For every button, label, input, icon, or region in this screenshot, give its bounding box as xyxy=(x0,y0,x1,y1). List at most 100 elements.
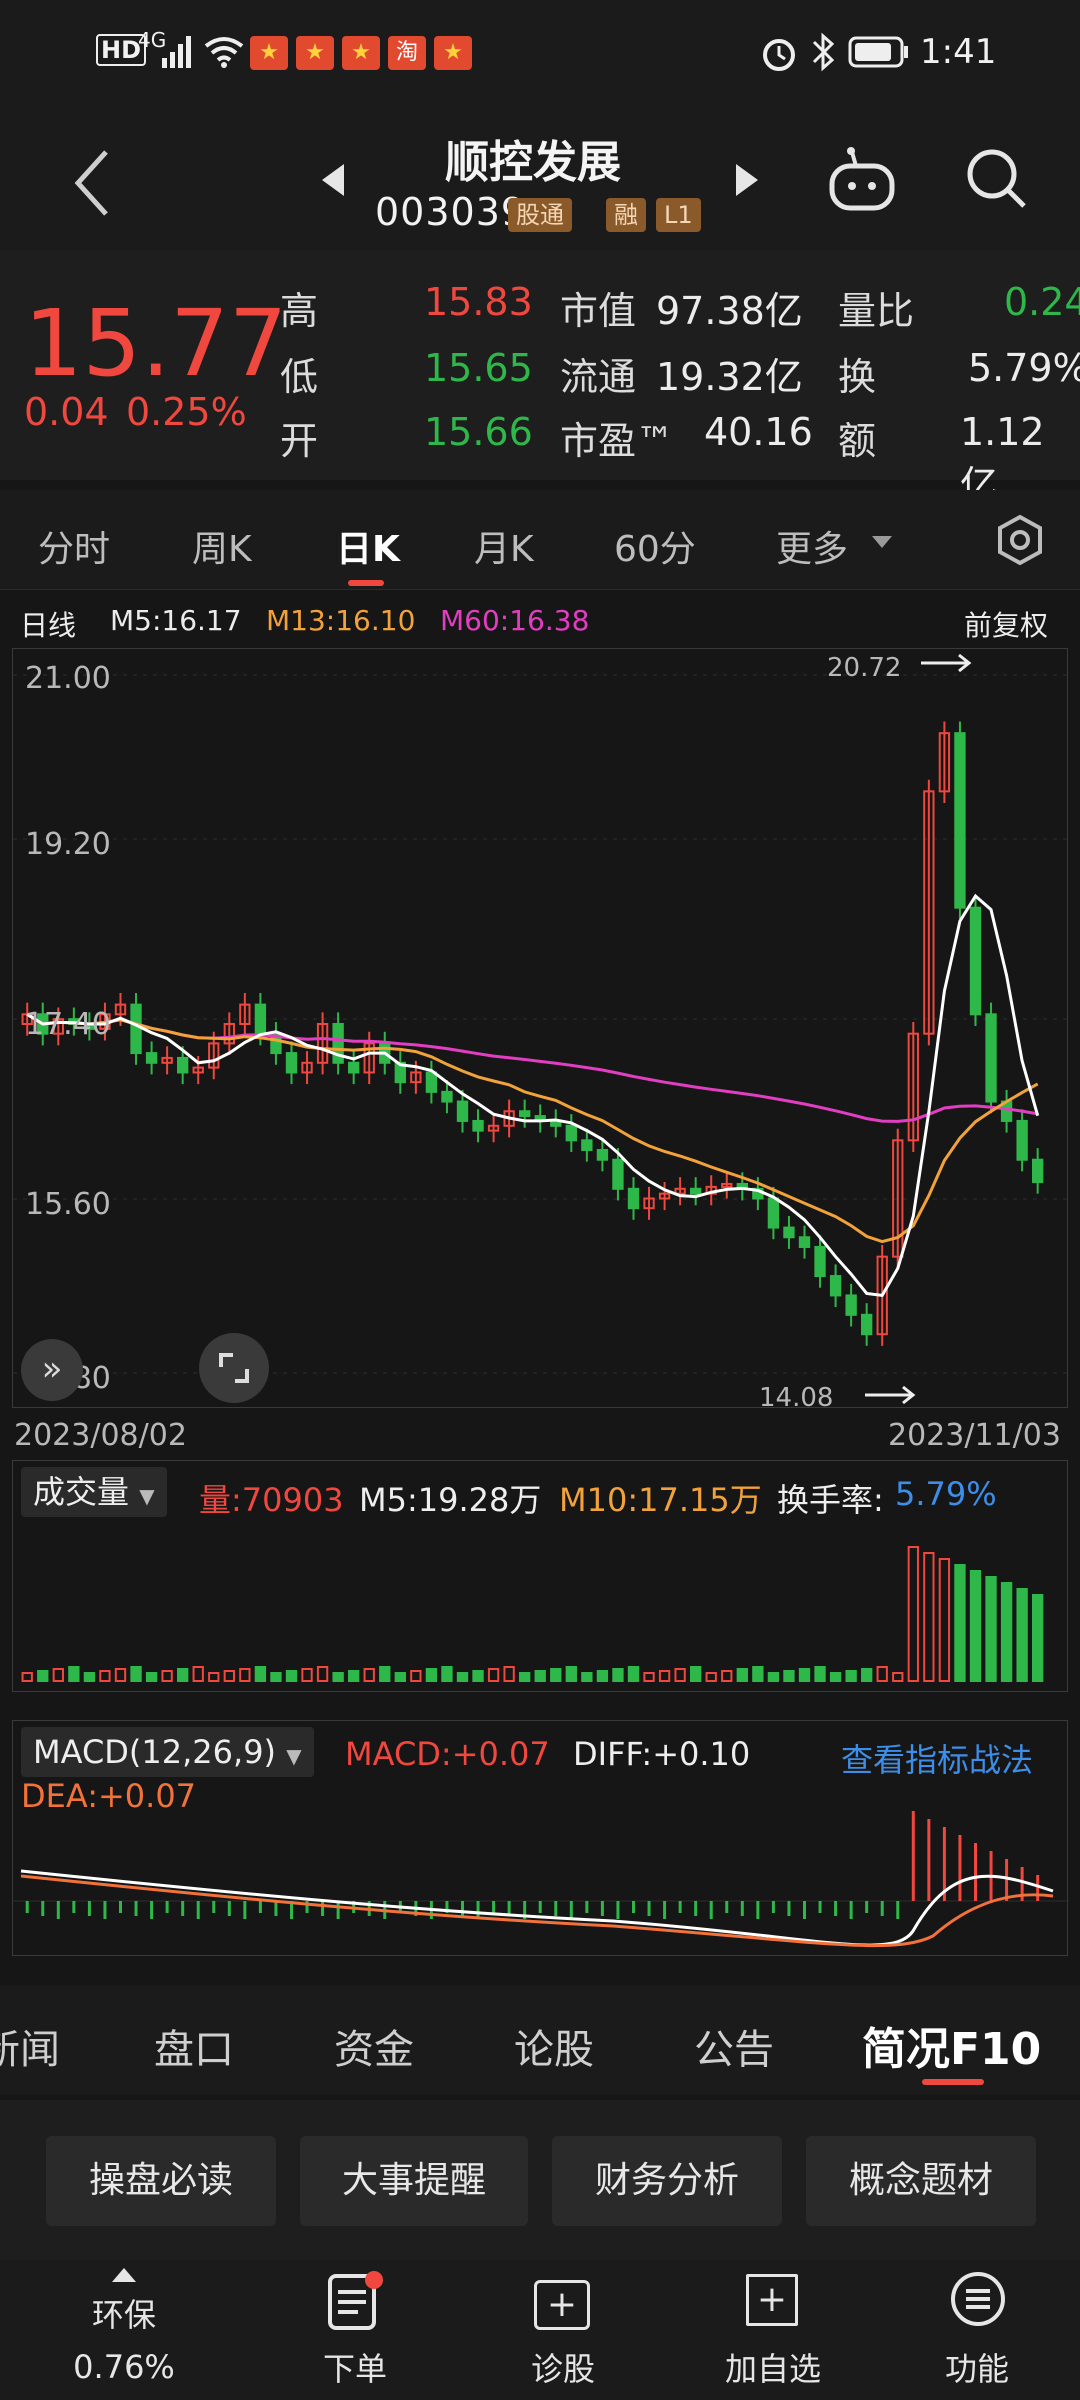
volume-bar xyxy=(534,1670,546,1682)
taobao-icon: 淘 xyxy=(388,36,426,70)
events-button[interactable]: 大事提醒 xyxy=(300,2136,528,2226)
date-end: 2023/11/03 xyxy=(888,1418,1061,1453)
volume-bar xyxy=(37,1670,49,1682)
volume-bar xyxy=(223,1670,235,1682)
y-tick-label: 19.20 xyxy=(25,827,111,862)
candle-body xyxy=(581,1139,593,1152)
tab-daily-k[interactable]: 日K xyxy=(336,520,400,572)
expand-left-button[interactable]: » xyxy=(21,1339,83,1401)
candle-body xyxy=(985,1013,997,1103)
menu-circle-icon xyxy=(951,2272,1005,2326)
volume-bar xyxy=(410,1670,422,1682)
candle-body xyxy=(829,1275,842,1297)
functions-button[interactable]: 功能 xyxy=(922,2270,1032,2400)
volume-bar xyxy=(1016,1588,1028,1682)
must-read-button[interactable]: 操盘必读 xyxy=(46,2136,276,2226)
back-arrow-icon[interactable] xyxy=(70,148,114,218)
candle-body xyxy=(519,1110,531,1118)
volume-bar xyxy=(208,1672,220,1682)
float-cap-label: 流通 xyxy=(560,355,637,399)
adjust-mode[interactable]: 前复权 xyxy=(964,604,1048,644)
low-value: 15.65 xyxy=(424,346,533,390)
tab-monthly-k[interactable]: 月K xyxy=(474,520,534,572)
tab-intraday[interactable]: 分时 xyxy=(38,520,110,572)
candle-body xyxy=(814,1245,826,1278)
volume-bar xyxy=(316,1666,329,1682)
volume-bar xyxy=(674,1668,686,1682)
candle-body xyxy=(456,1100,469,1122)
volume-bar xyxy=(332,1672,344,1682)
diagnose-button[interactable]: + 诊股 xyxy=(508,2270,618,2400)
period-tabs: 分时 周K 日K 月K 60分 更多 xyxy=(0,490,1080,590)
functions-label: 功能 xyxy=(944,2350,1009,2388)
turnover-label: 换 xyxy=(838,355,877,399)
candle-body xyxy=(845,1294,857,1316)
turnover-rate-label: 换手率: xyxy=(777,1481,884,1519)
app-notification-icon: ★ xyxy=(296,36,334,70)
volume-ratio-value: 0.24 xyxy=(1004,280,1080,324)
volume-bar xyxy=(845,1670,857,1682)
concept-theme-button[interactable]: 概念题材 xyxy=(806,2136,1036,2226)
volume-bar xyxy=(503,1666,515,1682)
candle-body xyxy=(690,1187,702,1195)
tab-news[interactable]: 新闻 xyxy=(0,2017,60,2075)
volume-bar xyxy=(472,1670,484,1682)
tab-more[interactable]: 更多 xyxy=(776,520,848,572)
active-tab-indicator xyxy=(348,580,384,586)
indicator-selector-macd[interactable]: MACD(12,26,9) ▼ xyxy=(21,1727,314,1777)
candle-body xyxy=(1032,1158,1044,1184)
quote-panel: 15.77 0.04 0.25% 高 15.83 市值 97.38亿 量比 0.… xyxy=(0,250,1080,507)
order-button[interactable]: 下单 xyxy=(300,2270,410,2400)
open-value: 15.66 xyxy=(424,410,533,454)
volume-bar xyxy=(550,1668,562,1682)
macd-chart[interactable]: MACD(12,26,9) ▼ MACD:+0.07 DIFF:+0.10 查看… xyxy=(12,1720,1069,1956)
robot-assistant-icon[interactable] xyxy=(826,146,898,214)
candle-body xyxy=(177,1056,189,1074)
sector-name: 环保 xyxy=(91,2296,156,2334)
tab-discussion[interactable]: 论股 xyxy=(514,2017,594,2075)
financial-analysis-button[interactable]: 财务分析 xyxy=(552,2136,782,2226)
min-price-label: 14.08 xyxy=(759,1383,834,1413)
sector-indicator[interactable]: 环保 0.76% xyxy=(64,2266,184,2396)
next-stock-icon[interactable] xyxy=(734,162,760,198)
volume-bar xyxy=(487,1668,500,1682)
search-icon[interactable] xyxy=(964,146,1030,212)
volume-bar xyxy=(767,1672,780,1682)
indicator-strategy-link[interactable]: 查看指标战法 xyxy=(841,1735,1033,1781)
price-change-pct: 0.25% xyxy=(126,390,247,434)
volume-bar xyxy=(83,1672,96,1682)
candle-body xyxy=(798,1236,811,1248)
tab-order-book[interactable]: 盘口 xyxy=(154,2017,234,2075)
fullscreen-button[interactable] xyxy=(199,1333,269,1403)
tab-60min[interactable]: 60分 xyxy=(614,520,696,572)
candle-body xyxy=(145,1052,158,1064)
tab-f10[interactable]: 简况F10 xyxy=(862,2013,1041,2077)
active-tab-indicator xyxy=(922,2079,984,2085)
sector-change: 0.76% xyxy=(73,2348,175,2386)
turnover-value: 5.79% xyxy=(968,346,1080,390)
candle-body xyxy=(130,1003,142,1055)
amount-label: 额 xyxy=(838,419,877,463)
indicator-selector-volume[interactable]: 成交量 ▼ xyxy=(21,1467,167,1517)
volume-bar xyxy=(177,1668,189,1682)
volume-bar xyxy=(954,1564,966,1682)
order-note-icon xyxy=(328,2271,383,2330)
volume-bar xyxy=(1032,1594,1044,1682)
volume-chart[interactable]: 成交量 ▼ 量:70903 M5:19.28万 M10:17.15万 换手率: … xyxy=(12,1460,1068,1692)
kline-chart[interactable]: 21.00 19.20 17.40 15.60 13.80 20.72 14.0… xyxy=(12,648,1069,1413)
volume-bar xyxy=(752,1666,764,1682)
tab-capital[interactable]: 资金 xyxy=(334,2017,414,2075)
tab-weekly-k[interactable]: 周K xyxy=(192,520,252,572)
ma60-value: M60:16.38 xyxy=(440,604,590,637)
volume-bar xyxy=(814,1666,826,1682)
add-watchlist-button[interactable]: + 加自选 xyxy=(708,2270,838,2400)
low-label: 低 xyxy=(280,355,319,399)
tab-announcements[interactable]: 公告 xyxy=(694,2017,774,2075)
volume-bar xyxy=(658,1670,671,1682)
prev-stock-icon[interactable] xyxy=(320,162,346,198)
level-tag: L1 xyxy=(656,198,701,232)
volume-bar xyxy=(969,1570,982,1682)
bottom-nav: 环保 0.76% 下单 + 诊股 + 加自选 功能 xyxy=(0,2260,1080,2400)
wifi-icon xyxy=(204,37,244,68)
settings-icon[interactable] xyxy=(994,514,1046,566)
